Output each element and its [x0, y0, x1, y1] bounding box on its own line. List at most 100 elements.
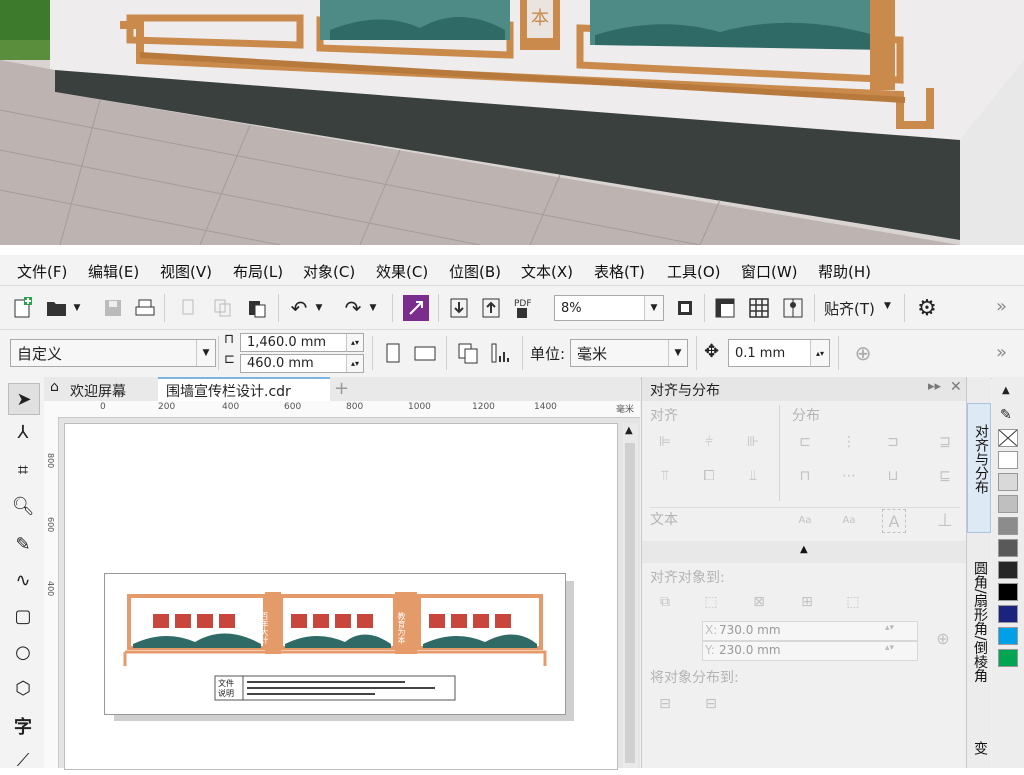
align-left-icon[interactable]: ⊫ — [654, 431, 676, 453]
align-bottom-icon[interactable]: ⫫ — [742, 465, 764, 487]
color-swatch[interactable] — [998, 539, 1018, 557]
x-spinner-icon[interactable]: ▴▾ — [885, 623, 894, 633]
distribute-center-h-icon[interactable]: ⋮ — [838, 431, 860, 453]
align-top-icon[interactable]: ⫪ — [654, 465, 676, 487]
text-last-line-baseline-icon[interactable]: Aa — [838, 509, 860, 531]
current-page-icon[interactable] — [488, 340, 514, 366]
chevron-down-icon[interactable]: ▼ — [196, 340, 215, 366]
eyedropper-icon[interactable]: ✎ — [1000, 407, 1012, 423]
align-to-page-edge-icon[interactable]: ⬚ — [700, 591, 722, 613]
distribute-right-icon[interactable]: ⊒ — [934, 431, 956, 453]
color-swatch[interactable] — [998, 561, 1018, 579]
freehand-tool-icon[interactable]: ✎ — [8, 529, 38, 559]
align-to-active-object-icon[interactable]: ⧉ — [654, 591, 676, 613]
no-color-swatch[interactable] — [998, 429, 1018, 447]
distribute-spacing-h-icon[interactable]: ⊐ — [882, 431, 904, 453]
menu-tools[interactable]: 工具(O) — [667, 261, 721, 282]
distribute-left-icon[interactable]: ⊏ — [794, 431, 816, 453]
menu-file[interactable]: 文件(F) — [17, 261, 67, 282]
nudge-distance-input[interactable]: 0.1 mm ▴▾ — [728, 339, 830, 367]
color-swatch[interactable] — [998, 605, 1018, 623]
section-collapse-bar[interactable]: ▲ — [642, 541, 967, 563]
menu-effects[interactable]: 效果(C) — [376, 261, 428, 282]
menu-edit[interactable]: 编辑(E) — [88, 261, 139, 282]
menu-window[interactable]: 窗口(W) — [741, 261, 798, 282]
align-to-point-icon[interactable]: ⬚ — [842, 591, 864, 613]
sidetab-align-distribute[interactable]: 对齐与分布 — [967, 403, 991, 533]
x-coordinate-input[interactable]: X: 730.0 mm ▴▾ — [702, 621, 918, 641]
distribute-to-selection-icon[interactable]: ⊟ — [654, 693, 676, 715]
palette-scroll-up-icon[interactable]: ▲ — [1002, 385, 1010, 396]
open-folder-icon[interactable] — [44, 295, 70, 321]
grid-icon[interactable] — [746, 295, 772, 321]
tab-welcome[interactable]: ⌂ 欢迎屏幕 — [44, 377, 156, 401]
nudge-spinner-icon[interactable]: ▴▾ — [810, 340, 829, 366]
color-swatch[interactable] — [998, 451, 1018, 469]
align-center-horizontal-icon[interactable]: ⫩ — [698, 431, 720, 453]
menu-object[interactable]: 对象(C) — [303, 261, 355, 282]
page-width-input[interactable]: 1,460.0 mm ▴▾ — [240, 333, 364, 352]
shape-tool-icon[interactable]: ⅄ — [8, 417, 38, 447]
text-tool-icon[interactable]: 字 — [8, 711, 38, 741]
menu-table[interactable]: 表格(T) — [594, 261, 645, 282]
export-icon[interactable] — [478, 295, 504, 321]
close-icon[interactable]: ✕ — [950, 379, 962, 395]
width-spinner-icon[interactable]: ▴▾ — [346, 334, 363, 351]
guidelines-icon[interactable] — [780, 295, 806, 321]
rectangle-tool-icon[interactable]: ▢ — [8, 601, 38, 631]
text-outline-icon[interactable]: ⊥ — [934, 509, 956, 531]
caret-up-icon[interactable]: ▲ — [800, 544, 808, 555]
ellipse-tool-icon[interactable]: ○ — [8, 637, 38, 667]
menu-text[interactable]: 文本(X) — [521, 261, 573, 282]
color-swatch[interactable] — [998, 627, 1018, 645]
menu-view[interactable]: 视图(V) — [160, 261, 212, 282]
add-point-icon[interactable]: ⊕ — [932, 627, 954, 649]
gear-icon[interactable]: ⚙ — [914, 295, 940, 321]
color-swatch[interactable] — [998, 517, 1018, 535]
sidetab-fillet[interactable]: 圆角/扇形角/倒棱角 — [967, 539, 991, 707]
sidetab-transform[interactable]: 变 — [967, 737, 991, 768]
add-tab-icon[interactable]: + — [334, 378, 349, 399]
add-page-icon[interactable]: ⊕ — [850, 340, 876, 366]
artwork-bounding-box[interactable]: 百年大计 教育为本 文件 说明 — [104, 573, 566, 715]
height-spinner-icon[interactable]: ▴▾ — [346, 355, 363, 372]
toolbar-overflow-icon[interactable]: » — [996, 296, 1007, 317]
horizontal-ruler[interactable]: 0 200 400 600 800 1000 1200 1400 毫米 — [44, 401, 640, 418]
menu-help[interactable]: 帮助(H) — [818, 261, 871, 282]
polygon-tool-icon[interactable]: ⬡ — [8, 673, 38, 703]
artistic-media-icon[interactable]: ∿ — [8, 565, 38, 595]
vertical-ruler[interactable]: 800 600 400 — [44, 417, 59, 768]
rulers-icon[interactable] — [712, 295, 738, 321]
pick-tool-icon[interactable]: ➤ — [8, 383, 40, 415]
copy-icon[interactable] — [210, 295, 236, 321]
color-swatch[interactable] — [998, 495, 1018, 513]
full-screen-icon[interactable] — [672, 295, 698, 321]
scroll-thumb[interactable] — [625, 443, 635, 763]
distribute-spacing-v-icon[interactable]: ⊔ — [882, 465, 904, 487]
search-content-icon[interactable] — [403, 295, 429, 321]
vertical-scrollbar[interactable]: ▲ — [622, 423, 638, 768]
menu-bitmap[interactable]: 位图(B) — [449, 261, 501, 282]
zoom-level-combo[interactable]: 8% ▼ — [554, 295, 664, 321]
redo-dropdown-icon[interactable]: ▼ — [366, 295, 380, 321]
portrait-icon[interactable] — [380, 340, 406, 366]
distribute-center-v-icon[interactable]: ⋯ — [838, 465, 860, 487]
text-bounding-box-icon[interactable]: A — [882, 509, 906, 533]
snap-to-menu[interactable]: 贴齐(T) — [824, 298, 875, 319]
cut-icon[interactable] — [176, 295, 202, 321]
color-swatch[interactable] — [998, 473, 1018, 491]
tab-document[interactable]: 围墙宣传栏设计.cdr — [158, 377, 330, 401]
scroll-up-icon[interactable]: ▲ — [625, 425, 633, 436]
distribute-bottom-icon[interactable]: ⊑ — [934, 465, 956, 487]
open-dropdown-icon[interactable]: ▼ — [70, 295, 84, 321]
page-size-preset[interactable]: 自定义 ▼ — [10, 339, 216, 367]
print-icon[interactable] — [132, 295, 158, 321]
align-right-icon[interactable]: ⊪ — [742, 431, 764, 453]
all-pages-icon[interactable] — [455, 340, 481, 366]
parallel-dimension-icon[interactable]: ⟋ — [8, 745, 38, 775]
text-first-line-baseline-icon[interactable]: Aa — [794, 509, 816, 531]
page-height-input[interactable]: 460.0 mm ▴▾ — [240, 354, 364, 373]
zoom-tool-icon[interactable]: 🔍︎ — [8, 491, 38, 521]
snap-dropdown-icon[interactable]: ▼ — [884, 301, 891, 311]
y-spinner-icon[interactable]: ▴▾ — [885, 643, 894, 653]
